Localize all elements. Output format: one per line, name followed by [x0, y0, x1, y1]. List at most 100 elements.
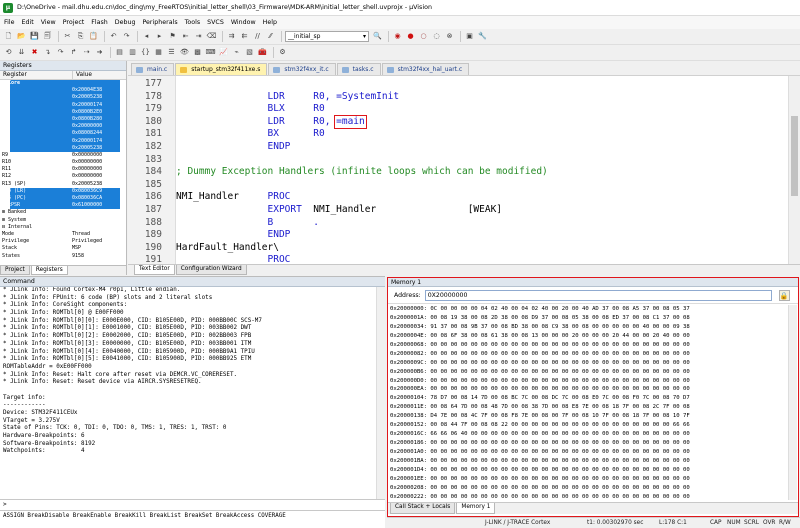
memory-row[interactable]: 0x2000016C: 66 66 06 40 00 00 00 00 00 0…	[388, 430, 788, 439]
memory-row[interactable]: 0x20000152: 00 08 44 7F 00 08 08 22 00 0…	[388, 421, 788, 430]
memory-row[interactable]: 0x200001EE: 00 00 00 00 00 00 00 00 00 0…	[388, 475, 788, 484]
register-row[interactable]: R6 0x08008244	[0, 130, 126, 138]
nav-back-icon[interactable]: ◂	[141, 31, 152, 42]
code-line[interactable]: ; Dummy Exception Handlers (infinite loo…	[176, 166, 786, 179]
memory-row[interactable]: 0x2000011E: 00 08 64 7D 00 08 48 7D 00 0…	[388, 403, 788, 412]
code-view[interactable]: LDR R0, =SystemInit BLX R0 LDR R0, =main…	[176, 76, 786, 264]
step-over-icon[interactable]: ↷	[55, 47, 66, 58]
memory-row[interactable]: 0x200000B6: 00 00 00 00 00 00 00 00 00 0…	[388, 368, 788, 377]
register-row[interactable]: Stack MSP	[0, 245, 126, 252]
stop-icon[interactable]: ✖	[29, 47, 40, 58]
memory-window-icon[interactable]: ▩	[192, 47, 203, 58]
menu-tools[interactable]: Tools	[185, 19, 201, 26]
trace-window-icon[interactable]: ⌁	[231, 47, 242, 58]
menu-svcs[interactable]: SVCS	[207, 19, 224, 26]
enable-breakpoint-icon[interactable]: ○	[418, 31, 429, 42]
memory-row[interactable]: 0x20000138: D4 7E 00 08 4C 7F 00 08 F8 7…	[388, 412, 788, 421]
memory-row[interactable]: 0x2000009C: 00 00 00 00 00 00 00 00 00 0…	[388, 359, 788, 368]
new-file-icon[interactable]: 🗋	[3, 31, 14, 42]
register-row[interactable]: R3 0x0800B2E0	[0, 108, 126, 116]
menu-debug[interactable]: Debug	[115, 19, 136, 26]
prev-bookmark-icon[interactable]: ⇤	[180, 31, 191, 42]
system-viewer-icon[interactable]: ▧	[244, 47, 255, 58]
insert-breakpoint-icon[interactable]: ●	[405, 31, 416, 42]
save-all-icon[interactable]: 🗐	[42, 31, 53, 42]
code-line[interactable]	[176, 154, 786, 167]
memory-row[interactable]: 0x2000004E: 00 08 6F 38 00 08 61 38 00 0…	[388, 332, 788, 341]
memory-scrollbar[interactable]	[788, 305, 797, 500]
memory-row[interactable]: 0x20000208: 00 00 00 00 00 00 00 00 00 0…	[388, 484, 788, 493]
register-row[interactable]: R8 0x20005238	[0, 144, 126, 152]
find-in-files-icon[interactable]: 🔍	[372, 31, 383, 42]
analysis-window-icon[interactable]: 📈	[218, 47, 229, 58]
command-scrollbar[interactable]	[376, 287, 385, 499]
configure-icon[interactable]: 🔧	[477, 31, 488, 42]
step-out-icon[interactable]: ↱	[68, 47, 79, 58]
register-column[interactable]: Register	[0, 71, 72, 79]
value-column[interactable]: Value	[72, 71, 120, 79]
debug-settings-icon[interactable]: ⚙	[277, 47, 288, 58]
symbols-window-icon[interactable]: {}	[140, 47, 151, 58]
code-line[interactable]: B .	[176, 217, 786, 230]
code-line[interactable]: ENDP	[176, 229, 786, 242]
show-next-statement-icon[interactable]: ➜	[94, 47, 105, 58]
code-line[interactable]: NMI_Handler PROC	[176, 191, 786, 204]
run-to-cursor-icon[interactable]: ⇢	[81, 47, 92, 58]
menu-edit[interactable]: Edit	[22, 19, 34, 26]
menu-flash[interactable]: Flash	[91, 19, 108, 26]
register-row[interactable]: ⊞ xPSR 0x61000000	[0, 202, 126, 210]
code-line[interactable]: HardFault_Handler\	[176, 242, 786, 255]
code-line[interactable]: LDR R0, =main	[176, 116, 786, 129]
register-row[interactable]: R11 0x00000000	[0, 166, 126, 173]
register-row[interactable]: R12 0x00000000	[0, 173, 126, 180]
command-input[interactable]: >	[0, 499, 385, 510]
tab-registers[interactable]: Registers	[30, 266, 68, 275]
step-into-icon[interactable]: ↴	[42, 47, 53, 58]
editor-bottom-tab[interactable]: Text Editor	[134, 265, 175, 275]
comment-icon[interactable]: //	[252, 31, 263, 42]
register-row[interactable]: R1 0x20005238	[0, 94, 126, 102]
memory-row[interactable]: 0x20000068: 00 00 00 00 00 00 00 00 00 0…	[388, 341, 788, 350]
memory-row[interactable]: 0x2000001A: 00 08 19 38 00 08 2D 38 00 0…	[388, 314, 788, 323]
address-input[interactable]	[424, 289, 772, 301]
memory-row[interactable]: 0x20000222: 00 00 00 00 00 00 00 00 00 0…	[388, 493, 788, 500]
memory-row[interactable]: 0x20000104: 78 D7 00 08 14 7D 00 08 BC 7…	[388, 394, 788, 403]
save-icon[interactable]: 💾	[29, 31, 40, 42]
serial-window-icon[interactable]: ⌨	[205, 47, 216, 58]
memory-row[interactable]: 0x200001BA: 00 00 00 00 00 00 00 00 00 0…	[388, 457, 788, 466]
memory-row[interactable]: 0x20000000: 0C 00 00 00 00 04 02 40 00 0…	[388, 305, 788, 314]
editor-tab[interactable]: startup_stm32f411xe.s	[175, 63, 268, 75]
editor-tab[interactable]: stm32f4xx_it.c	[268, 63, 336, 75]
register-row[interactable]: R7 0x20000174	[0, 137, 126, 145]
window-layout-icon[interactable]: ▣	[464, 31, 475, 42]
register-row[interactable]: R13 (SP) 0x20005238	[0, 181, 126, 188]
register-row[interactable]: R4 0x0800B280	[0, 115, 126, 124]
register-row[interactable]: R2 0x20000174	[0, 101, 126, 109]
uncomment-icon[interactable]: ⁄⁄	[265, 31, 276, 42]
code-line[interactable]: EXPORT NMI_Handler [WEAK]	[176, 204, 786, 217]
editor-tab[interactable]: stm32f4xx_hal_uart.c	[381, 63, 470, 75]
memory-row[interactable]: 0x20000186: 00 00 00 00 00 00 00 00 00 0…	[388, 439, 788, 448]
code-line[interactable]: BLX R0	[176, 103, 786, 116]
memory-bottom-tab[interactable]: Call Stack + Locals	[390, 503, 456, 514]
register-row[interactable]: R0 0x20004E38	[0, 87, 126, 95]
lock-icon[interactable]: 🔒	[778, 289, 790, 301]
registers-window-icon[interactable]: ▦	[153, 47, 164, 58]
indent-icon[interactable]: ⇉	[226, 31, 237, 42]
code-line[interactable]	[176, 179, 786, 192]
undo-icon[interactable]: ↶	[108, 31, 119, 42]
redo-icon[interactable]: ↷	[121, 31, 132, 42]
menu-peripherals[interactable]: Peripherals	[142, 19, 177, 26]
bookmark-icon[interactable]: ⚑	[167, 31, 178, 42]
toolbox-icon[interactable]: 🧰	[257, 47, 268, 58]
code-line[interactable]: LDR R0, =SystemInit	[176, 91, 786, 104]
find-combo[interactable]: __initial_sp ▾	[285, 31, 369, 42]
editor-tab[interactable]: tasks.c	[336, 63, 381, 75]
disassembly-window-icon[interactable]: ▥	[127, 47, 138, 58]
register-row[interactable]: R10 0x00000000	[0, 159, 126, 166]
next-bookmark-icon[interactable]: ⇥	[193, 31, 204, 42]
register-row[interactable]: R14 (LR) 0x080036C9	[0, 187, 126, 195]
memory-row[interactable]: 0x200001D4: 00 00 00 00 00 00 00 00 00 0…	[388, 466, 788, 475]
register-row[interactable]: ⊞ Banked	[0, 209, 126, 216]
memory-row[interactable]: 0x200000D0: 00 00 00 00 00 00 00 00 00 0…	[388, 377, 788, 386]
